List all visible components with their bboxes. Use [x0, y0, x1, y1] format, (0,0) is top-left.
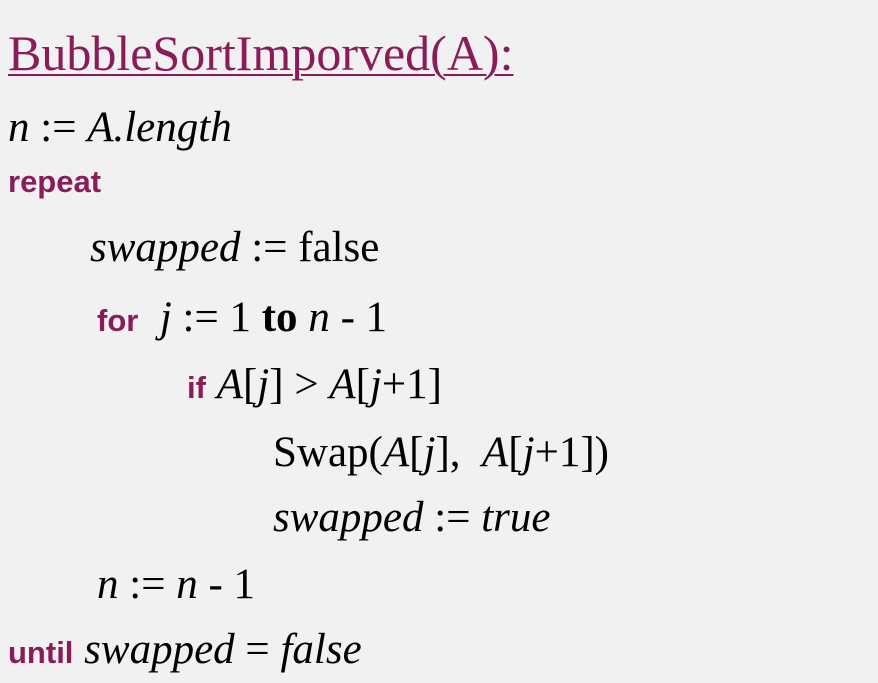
bracket: [: [355, 361, 370, 408]
code-line-if: if A[j] > A[j+1]: [187, 363, 442, 406]
value-true: true: [481, 494, 551, 541]
assign-op: :=: [118, 561, 177, 608]
var-a: A: [329, 361, 356, 408]
separator: ],: [435, 429, 483, 476]
var-n: n: [176, 561, 198, 608]
assign-op: :=: [29, 104, 88, 151]
keyword-repeat: repeat: [8, 164, 102, 199]
var-swapped: swapped: [273, 494, 424, 541]
var-j: j: [369, 361, 382, 408]
plus-one-close: +1]): [534, 429, 609, 476]
var-n: n: [97, 561, 119, 608]
equals-op: =: [234, 626, 281, 673]
code-line-swapped-false: swapped := false: [90, 226, 379, 269]
keyword-if: if: [187, 370, 206, 405]
var-n: n: [8, 104, 30, 151]
expr-a-length: A.length: [87, 104, 232, 151]
var-j: j: [257, 361, 270, 408]
minus-one: - 1: [197, 561, 256, 608]
assign-op: :=: [423, 494, 482, 541]
var-a: A: [382, 429, 410, 476]
keyword-until: until: [8, 635, 74, 670]
var-j: j: [522, 429, 535, 476]
code-line-swap: Swap(A[j], A[j+1]): [273, 431, 609, 474]
compare-op: ] >: [269, 361, 330, 408]
swap-call: Swap(: [273, 429, 383, 476]
var-j: j: [159, 294, 172, 341]
keyword-to: to: [261, 294, 298, 341]
minus-one: - 1: [329, 294, 388, 341]
algorithm-title: BubbleSortImporved(A):: [8, 25, 514, 81]
pseudocode-slide: BubbleSortImporved(A): n := A.length rep…: [0, 0, 878, 683]
var-a: A: [482, 429, 509, 476]
value-false: false: [280, 626, 362, 673]
var-swapped: swapped: [84, 626, 235, 673]
bracket: [: [508, 429, 523, 476]
keyword-for: for: [97, 303, 139, 338]
var-n: n: [308, 294, 330, 341]
code-line-until: until swapped = false: [8, 628, 362, 671]
var-j: j: [423, 429, 436, 476]
plus-one: +1]: [381, 361, 442, 408]
bracket: [: [409, 429, 424, 476]
code-line-swapped-true: swapped := true: [273, 496, 550, 539]
bracket: [: [242, 361, 258, 408]
var-a: A: [216, 361, 243, 408]
var-swapped: swapped: [90, 224, 241, 271]
assign-one: := 1: [171, 294, 262, 341]
assign-false: := false: [240, 224, 380, 271]
code-line-for: for j := 1 to n - 1: [97, 296, 387, 339]
code-line-decrement: n := n - 1: [97, 563, 255, 606]
code-line-length: n := A.length: [8, 106, 232, 149]
